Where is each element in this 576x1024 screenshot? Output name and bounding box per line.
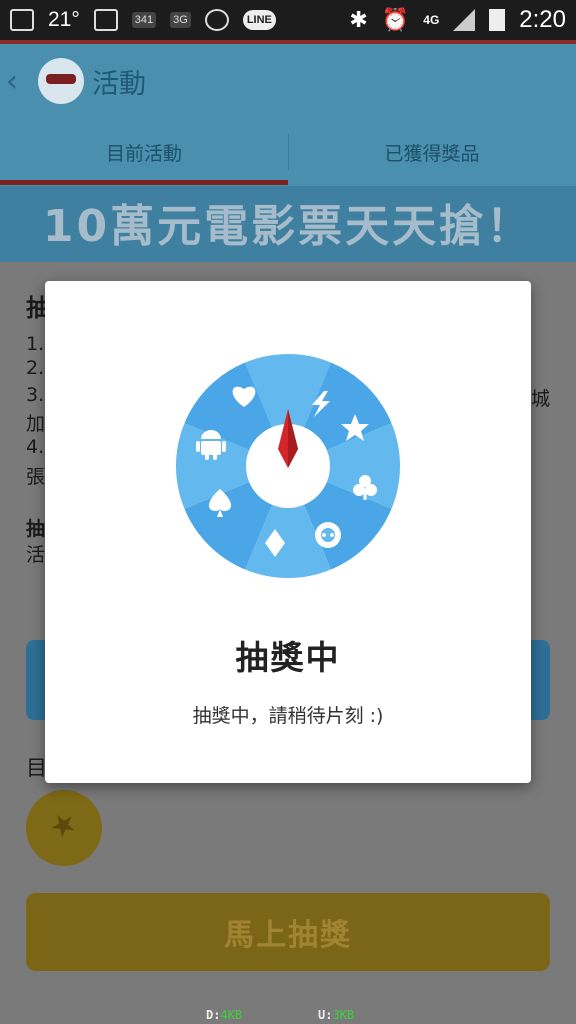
download-speed: D:4KB <box>206 1008 243 1022</box>
tab-indicator <box>0 180 288 185</box>
temperature: 21° <box>48 8 80 31</box>
status-bar: 21° 341 3G LINE ✱ ⏰ 4G 2:20 <box>0 0 576 40</box>
list-number: 1. <box>26 333 45 355</box>
dialog-message: 抽獎中，請稍待片刻 :) <box>192 705 384 727</box>
ticket-icon <box>26 790 102 866</box>
promo-banner: 10萬元電影票天天搶！ <box>0 186 576 262</box>
drawing-dialog: 抽獎中 抽獎中，請稍待片刻 :) <box>45 281 531 783</box>
tab-current-events[interactable]: 目前活動 <box>0 118 288 186</box>
battery-icon <box>489 9 506 31</box>
current-label: 目 <box>26 756 47 780</box>
list-number: 2. <box>26 357 45 379</box>
tablet-icon <box>10 9 34 31</box>
tab-divider <box>288 134 289 170</box>
clock: 2:20 <box>519 6 566 33</box>
signal-icon <box>453 9 476 31</box>
tab-prizes[interactable]: 已獲得獎品 <box>288 118 576 186</box>
app-bar: ‹ 活動 <box>0 40 576 118</box>
page-title: 活動 <box>92 68 146 100</box>
tab-bar: 目前活動 已獲得獎品 <box>0 118 576 186</box>
wheel-graphic <box>176 354 400 578</box>
avatar-icon <box>204 9 229 31</box>
badge-count: 341 <box>131 12 157 28</box>
back-icon[interactable]: ‹ <box>6 64 28 99</box>
alarm-icon: ⏰ <box>381 7 410 32</box>
list-number: 4. <box>26 436 45 458</box>
chat-icon <box>315 522 341 548</box>
tab-label: 目前活動 <box>105 142 182 165</box>
section-heading: 抽 <box>26 518 46 540</box>
bluetooth-icon: ✱ <box>349 7 368 32</box>
line-app-icon: LINE <box>242 10 276 30</box>
network-3g: 3G <box>170 12 191 28</box>
app-logo <box>38 58 84 104</box>
list-number: 3. <box>26 384 45 406</box>
upload-speed: U:3KB <box>318 1008 355 1022</box>
network-4g: 4G <box>423 13 440 27</box>
tab-label: 已獲得獎品 <box>384 142 480 165</box>
list-text: 城 <box>531 388 551 410</box>
list-text: 加 <box>26 413 46 435</box>
image-icon <box>93 9 118 31</box>
list-text: 張 <box>26 466 46 488</box>
banner-text: 10萬元電影票天天搶！ <box>42 201 534 252</box>
section-text: 活 <box>26 544 46 566</box>
prize-wheel <box>175 353 401 579</box>
draw-now-button[interactable]: 馬上抽獎 <box>26 893 550 971</box>
dialog-title: 抽獎中 <box>235 638 341 677</box>
